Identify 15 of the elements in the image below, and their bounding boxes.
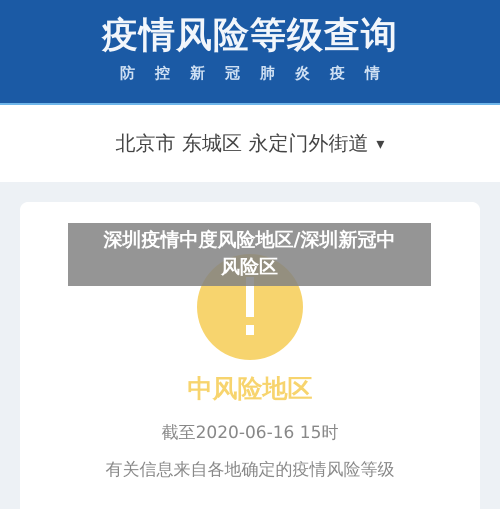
update-time: 截至2020-06-16 15时 (162, 422, 338, 444)
subtitle-character: 控 (155, 64, 170, 83)
subtitle-character: 防 (120, 64, 135, 83)
subtitle-character: 冠 (225, 64, 240, 83)
subtitle-character: 情 (365, 64, 380, 83)
subtitle-character: 肺 (260, 64, 275, 83)
subtitle-character: 新 (190, 64, 205, 83)
caption-banner: 深圳疫情中度风险地区/深圳新冠中风险区 (68, 223, 431, 286)
caret-icon: ▾ (376, 134, 384, 153)
subtitle-character: 炎 (295, 64, 310, 83)
source-note: 有关信息来自各地确定的疫情风险等级 (106, 459, 394, 481)
subtitle-character: 疫 (330, 64, 345, 83)
location-selector[interactable]: 北京市 东城区 永定门外街道 ▾ (0, 105, 500, 182)
page-title: 疫情风险等级查询 (102, 14, 398, 58)
risk-level-label: 中风险地区 (188, 373, 312, 405)
